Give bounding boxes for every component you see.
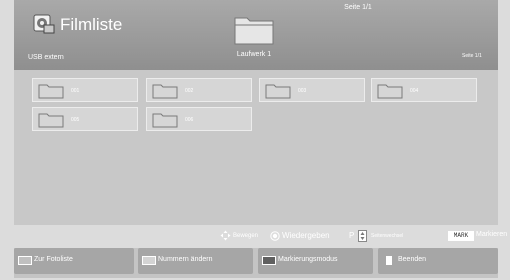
folder-tile[interactable]: 006 [146, 107, 252, 131]
folder-label: 005 [71, 117, 80, 123]
color-key-icon [18, 256, 32, 265]
header-bar: Filmliste Seite 1/1 Laufwerk 1 USB exter… [14, 0, 498, 70]
folder-label: 003 [298, 88, 307, 94]
exit-button[interactable]: Beenden [378, 248, 498, 274]
folder-tile[interactable]: 002 [146, 78, 252, 102]
folder-label: 004 [410, 88, 419, 94]
folder-icon [152, 84, 178, 99]
folder-tile[interactable]: 001 [32, 78, 138, 102]
hint-mark: Markieren [476, 231, 508, 238]
color-key-icon [262, 256, 276, 265]
change-number-button[interactable]: Nummern ändern [138, 248, 253, 274]
drive-label: Laufwerk 1 [236, 51, 272, 58]
film-icon [33, 14, 59, 34]
function-bar: Zur Fotoliste Nummern ändern Markierungs… [14, 248, 498, 278]
folder-icon [265, 84, 291, 99]
folder-icon [377, 84, 403, 99]
page-arrows-icon [358, 230, 367, 244]
hint-p-key: P [349, 231, 355, 240]
hint-page-change: Seitenwechsel [371, 233, 404, 239]
arrows-icon [220, 230, 231, 243]
color-key-icon [142, 256, 156, 265]
folder-icon [38, 113, 64, 128]
folder-tile[interactable]: 003 [259, 78, 365, 102]
folder-tile[interactable]: 004 [371, 78, 477, 102]
page-indicator: Seite 1/1 [344, 4, 372, 11]
source-label: USB extern [28, 54, 64, 61]
mark-key-badge: MARK [448, 231, 474, 241]
folder-label: 006 [185, 117, 194, 123]
button-label: Nummern ändern [158, 256, 213, 263]
ok-button-icon [270, 231, 280, 243]
hint-bar: Bewegen Wiedergeben P Seitenwechsel MARK… [14, 229, 507, 244]
photo-list-button[interactable]: Zur Fotoliste [14, 248, 134, 274]
hint-play: Wiedergeben [282, 231, 330, 240]
folder-label: 001 [71, 88, 80, 94]
button-label: Markierungsmodus [278, 256, 338, 263]
button-label: Beenden [398, 256, 427, 263]
hint-move: Bewegen [233, 233, 259, 239]
folder-label: 002 [185, 88, 194, 94]
folder-icon [38, 84, 64, 99]
page-title: Filmliste [60, 15, 123, 34]
folder-icon [152, 113, 178, 128]
folder-tile[interactable]: 005 [32, 107, 138, 131]
page-indicator-right: Seite 1/1 [462, 53, 482, 59]
folder-icon[interactable] [233, 12, 275, 46]
screen: Filmliste Seite 1/1 Laufwerk 1 USB exter… [0, 0, 510, 280]
marking-mode-button[interactable]: Markierungsmodus [258, 248, 373, 274]
color-key-icon [386, 256, 392, 265]
button-label: Zur Fotoliste [34, 256, 73, 263]
folder-grid: 001 002 003 004 005 006 [14, 70, 498, 225]
